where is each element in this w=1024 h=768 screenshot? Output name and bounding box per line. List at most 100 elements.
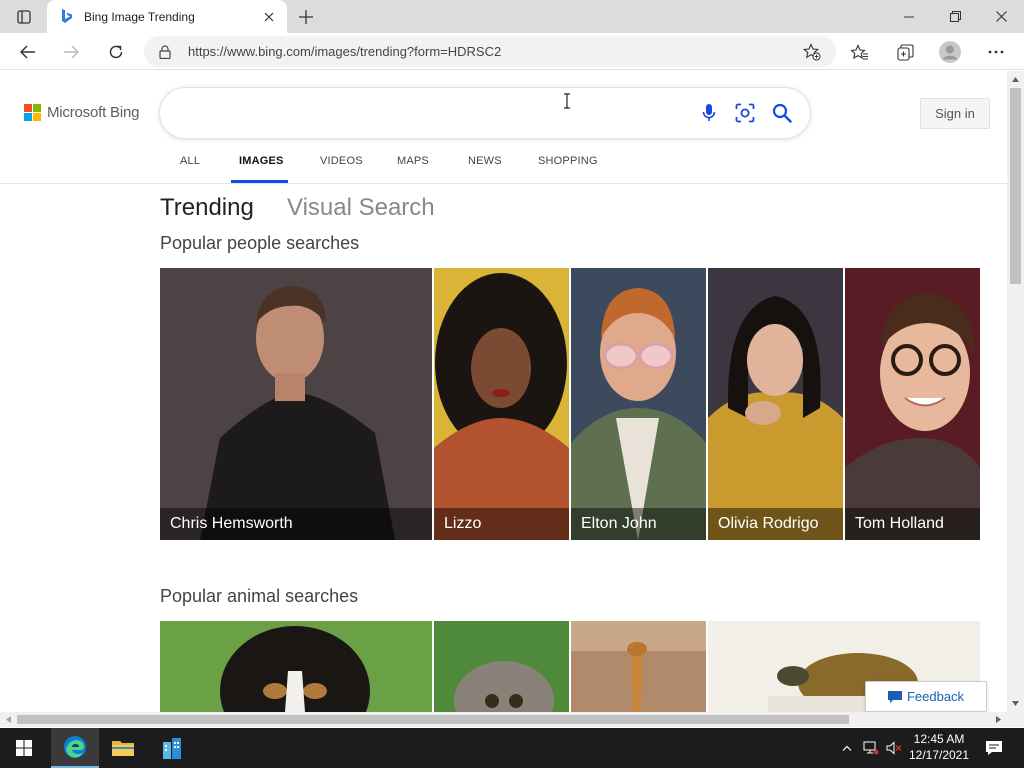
tab-maps[interactable]: MAPS bbox=[397, 155, 429, 167]
chevron-up-icon bbox=[842, 745, 852, 751]
avatar bbox=[939, 41, 961, 63]
profile-button[interactable] bbox=[935, 37, 965, 67]
text-cursor-icon bbox=[564, 93, 570, 109]
pivot-visual-search[interactable]: Visual Search bbox=[287, 194, 435, 222]
collections-button[interactable] bbox=[890, 37, 920, 67]
visual-search-button[interactable] bbox=[733, 101, 757, 125]
logo-text: Microsoft Bing bbox=[47, 104, 140, 121]
scope-navigation: ALL IMAGES VIDEOS MAPS NEWS SHOPPING bbox=[0, 149, 1007, 184]
clock-date: 12/17/2021 bbox=[908, 748, 970, 762]
voice-search-button[interactable] bbox=[697, 101, 721, 125]
tab-close-button[interactable] bbox=[255, 3, 283, 31]
animal-section-title: Popular animal searches bbox=[160, 586, 359, 606]
search-input[interactable] bbox=[182, 100, 682, 126]
microsoft-bing-logo[interactable]: Microsoft Bing bbox=[24, 104, 139, 121]
address-bar[interactable]: https://www.bing.com/images/trending?for… bbox=[144, 36, 836, 67]
settings-more-button[interactable] bbox=[981, 37, 1011, 67]
person-tile-elton-john[interactable]: Elton John bbox=[571, 268, 706, 540]
search-button[interactable] bbox=[770, 101, 794, 125]
animal-tile-giraffe[interactable] bbox=[571, 621, 706, 712]
sign-in-button[interactable]: Sign in bbox=[920, 98, 990, 129]
add-favorite-button[interactable] bbox=[800, 40, 824, 64]
more-icon bbox=[988, 50, 1004, 54]
animal-tile-puppy[interactable] bbox=[160, 621, 432, 712]
person-tile-tom-holland[interactable]: Tom Holland bbox=[845, 268, 980, 540]
scroll-left-arrow-icon[interactable] bbox=[4, 715, 13, 724]
refresh-button[interactable] bbox=[101, 37, 131, 67]
pivot-trending[interactable]: Trending bbox=[160, 194, 254, 222]
feedback-label: Feedback bbox=[906, 689, 965, 704]
star-add-icon bbox=[803, 43, 821, 61]
person-name: Elton John bbox=[571, 508, 706, 540]
person-tile-lizzo[interactable]: Lizzo bbox=[434, 268, 569, 540]
start-button[interactable] bbox=[0, 728, 48, 768]
network-button[interactable] bbox=[860, 728, 882, 768]
vertical-scroll-thumb[interactable] bbox=[1010, 88, 1021, 284]
feedback-icon bbox=[887, 690, 902, 703]
back-arrow-icon bbox=[20, 45, 35, 59]
volume-button[interactable] bbox=[884, 728, 904, 768]
vertical-scrollbar[interactable] bbox=[1007, 71, 1024, 712]
microphone-icon bbox=[702, 104, 716, 121]
buildings-app-icon bbox=[163, 738, 181, 759]
scroll-up-arrow-icon[interactable] bbox=[1011, 75, 1020, 84]
portrait-image bbox=[434, 268, 569, 540]
show-hidden-icons-button[interactable] bbox=[838, 728, 856, 768]
giraffe-image bbox=[571, 621, 706, 712]
portrait-image bbox=[845, 268, 980, 540]
taskbar-edge-button[interactable] bbox=[51, 728, 99, 768]
browser-toolbar: https://www.bing.com/images/trending?for… bbox=[0, 33, 1024, 70]
action-center-button[interactable] bbox=[980, 728, 1008, 768]
tab-images[interactable]: IMAGES bbox=[239, 155, 284, 167]
people-section-title: Popular people searches bbox=[160, 233, 360, 253]
close-window-button[interactable] bbox=[978, 0, 1024, 33]
windows-taskbar: 12:45 AM 12/17/2021 bbox=[0, 728, 1024, 768]
notification-icon bbox=[986, 741, 1002, 755]
url-text[interactable]: https://www.bing.com/images/trending?for… bbox=[188, 44, 501, 59]
tab-all[interactable]: ALL bbox=[180, 155, 200, 167]
scroll-right-arrow-icon[interactable] bbox=[994, 715, 1003, 724]
person-tile-olivia-rodrigo[interactable]: Olivia Rodrigo bbox=[708, 268, 843, 540]
feedback-button[interactable]: Feedback bbox=[865, 681, 987, 712]
person-name: Lizzo bbox=[434, 508, 569, 540]
puppy-image bbox=[160, 621, 432, 712]
camera-search-icon bbox=[735, 103, 755, 123]
minimize-button[interactable] bbox=[886, 0, 932, 33]
browser-tab-active[interactable]: Bing Image Trending bbox=[47, 0, 287, 33]
lock-icon[interactable] bbox=[157, 43, 173, 60]
close-icon bbox=[995, 11, 1007, 22]
taskbar-store-button[interactable] bbox=[148, 728, 196, 768]
restore-icon bbox=[949, 11, 961, 22]
scroll-down-arrow-icon[interactable] bbox=[1011, 699, 1020, 708]
clock-time: 12:45 AM bbox=[913, 732, 965, 746]
new-tab-button[interactable] bbox=[293, 4, 319, 30]
plus-icon bbox=[299, 10, 313, 24]
tab-videos[interactable]: VIDEOS bbox=[320, 155, 363, 167]
portrait-image bbox=[160, 268, 432, 540]
horizontal-scroll-thumb[interactable] bbox=[17, 715, 849, 724]
bing-images-page: Microsoft Bing Sign in ALL IMAGES VIDEOS… bbox=[0, 71, 1007, 712]
favorites-button[interactable] bbox=[845, 37, 875, 67]
scrollbar-corner bbox=[1007, 712, 1024, 727]
back-button[interactable] bbox=[13, 37, 43, 67]
bing-favicon-icon bbox=[59, 9, 75, 25]
forward-button[interactable] bbox=[56, 37, 86, 67]
close-icon bbox=[264, 12, 274, 21]
taskbar-file-explorer-button[interactable] bbox=[99, 728, 147, 768]
window-controls bbox=[886, 0, 1024, 33]
person-name: Olivia Rodrigo bbox=[708, 508, 843, 540]
tab-news[interactable]: NEWS bbox=[468, 155, 502, 167]
microsoft-logo-icon bbox=[24, 104, 41, 121]
network-icon bbox=[863, 741, 879, 755]
system-clock[interactable]: 12:45 AM 12/17/2021 bbox=[906, 731, 972, 765]
restore-button[interactable] bbox=[932, 0, 978, 33]
lemur-image bbox=[434, 621, 569, 712]
animal-tile-lemur[interactable] bbox=[434, 621, 569, 712]
tab-actions-button[interactable] bbox=[8, 6, 40, 28]
person-name: Chris Hemsworth bbox=[160, 508, 432, 540]
person-tile-chris-hemsworth[interactable]: Chris Hemsworth bbox=[160, 268, 432, 540]
minimize-icon bbox=[904, 16, 914, 17]
person-name: Tom Holland bbox=[845, 508, 980, 540]
horizontal-scrollbar[interactable] bbox=[0, 712, 1007, 727]
tab-shopping[interactable]: SHOPPING bbox=[538, 155, 598, 167]
